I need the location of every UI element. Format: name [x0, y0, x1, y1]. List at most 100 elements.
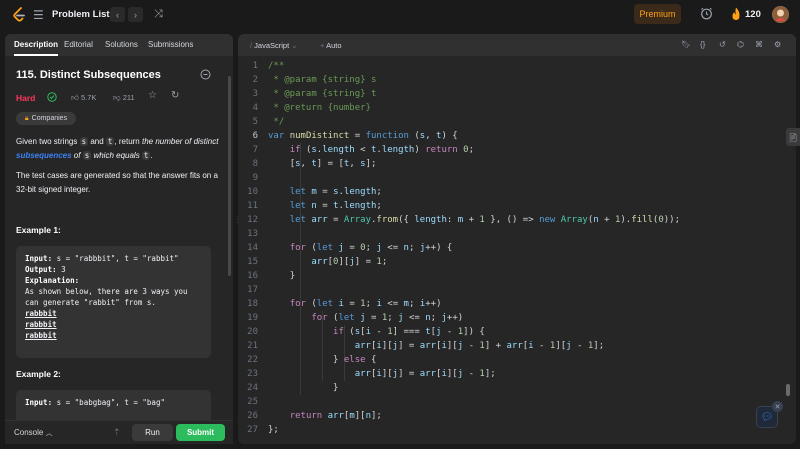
example-2-title: Example 2:	[16, 369, 61, 379]
reset-icon[interactable]: ↺	[719, 40, 726, 49]
language-label: JavaScript	[254, 41, 290, 50]
line-number: 15	[247, 257, 258, 267]
code-line[interactable]: 6 var numDistinct = function (s, t) {	[238, 129, 788, 143]
description-panel: Description Editorial Solutions Submissi…	[5, 34, 233, 444]
code-line[interactable]: 14 for (let j = 0; j <= n; j++) {	[238, 241, 788, 255]
line-number: 18	[247, 299, 258, 309]
console-toggle[interactable]: Console ︿	[14, 428, 53, 438]
code-line[interactable]: 4 * @return {number}	[238, 101, 788, 115]
leetcode-logo-icon[interactable]	[12, 7, 26, 23]
code-line[interactable]: 25	[238, 395, 788, 409]
code-line[interactable]: 26 return arr[m][n];	[238, 409, 788, 423]
avatar[interactable]	[772, 6, 789, 23]
code-line[interactable]: 13	[238, 227, 788, 241]
scrollbar-thumb[interactable]	[228, 76, 231, 276]
braces-icon[interactable]: {}	[700, 40, 705, 49]
alarm-clock-icon[interactable]	[700, 7, 713, 20]
difficulty-badge: Hard	[16, 93, 36, 103]
console-bar: Console ︿ ⇡ Run Submit	[5, 420, 233, 444]
subsequences-link[interactable]: subsequences	[16, 151, 72, 160]
chat-bubble-icon: 💬︎	[760, 411, 774, 423]
code-area[interactable]: 1/** 2 * @param {string} s3 * @param {str…	[238, 59, 796, 439]
input-label: Input:	[25, 254, 53, 263]
code-line[interactable]: 1 /**	[238, 59, 788, 73]
code-line[interactable]: 15 arr[0][j] = 1;	[238, 255, 788, 269]
streak-count: 120	[745, 9, 761, 20]
tab-description[interactable]: Description	[14, 40, 58, 49]
thumbs-up-icon: 👍︎	[71, 93, 79, 102]
code-line[interactable]: 18 for (let i = 1; i <= m; i++)	[238, 297, 788, 311]
code-line[interactable]: 21 arr[i][j] = arr[i][j - 1] + arr[i - 1…	[238, 339, 788, 353]
run-button[interactable]: Run	[132, 424, 173, 441]
auto-mode[interactable]: + Auto	[320, 41, 342, 50]
desc-text: , return	[114, 137, 142, 146]
desc-emphasis: of	[71, 151, 83, 160]
line-number: 4	[252, 103, 258, 113]
code-line[interactable]: 11 let n = t.length;	[238, 199, 788, 213]
description-scrollbar[interactable]	[228, 56, 231, 441]
upload-icon[interactable]: ⇡	[113, 427, 121, 438]
tab-submissions[interactable]: Submissions	[148, 40, 193, 49]
code-line[interactable]: 8 [s, t] = [t, s];	[238, 157, 788, 171]
code-text: arr[0][j] = 1;	[311, 257, 388, 267]
code-line[interactable]: 27};	[238, 423, 788, 437]
bookmark-icon[interactable]: 🔖︎	[681, 40, 691, 49]
panel-resize-handle[interactable]: ⋮	[234, 215, 242, 229]
editor-scrollbar[interactable]	[786, 384, 790, 396]
code-line[interactable]: 17	[238, 283, 788, 297]
code-line[interactable]: 3 * @param {string} t	[238, 87, 788, 101]
code-line[interactable]: 12 let arr = Array.from({ length: m + 1 …	[238, 213, 788, 227]
like-button[interactable]: 👍︎ 5.7K	[71, 93, 96, 103]
code-line[interactable]: 22 } else {	[238, 353, 788, 367]
inline-code: s	[79, 137, 89, 146]
explanation-label: Explanation:	[25, 276, 80, 285]
code-text: arr[i][j] = arr[i][j - 1];	[354, 369, 496, 379]
dislike-count: 211	[122, 93, 135, 102]
submit-button[interactable]: Submit	[176, 424, 225, 441]
code-line[interactable]: 10 let m = s.length;	[238, 185, 788, 199]
problem-list-link[interactable]: Problem List	[52, 9, 110, 20]
code-text: /**	[268, 61, 285, 71]
dislike-button[interactable]: 👎︎ 211	[113, 93, 135, 103]
code-line[interactable]: 9	[238, 171, 788, 185]
auto-label: Auto	[326, 41, 342, 50]
premium-button[interactable]: Premium	[634, 4, 681, 24]
settings-icon[interactable]: ⚙	[774, 40, 781, 49]
code-line[interactable]: 2 * @param {string} s	[238, 73, 788, 87]
line-number: 3	[252, 89, 258, 99]
share-icon[interactable]: ↻	[171, 90, 179, 101]
star-icon[interactable]: ☆	[148, 90, 157, 101]
tab-solutions[interactable]: Solutions	[105, 40, 138, 49]
code-line[interactable]: 19 for (let j = 1; j <= n; j++)	[238, 311, 788, 325]
code-line[interactable]: 20 if (s[i - 1] === t[j - 1]) {	[238, 325, 788, 339]
tab-editorial[interactable]: Editorial	[64, 40, 93, 49]
code-text: return arr[m][n];	[289, 411, 382, 421]
fire-icon[interactable]	[731, 7, 741, 21]
prev-problem-button[interactable]: ‹	[110, 7, 125, 22]
lock-icon: 🔒︎	[24, 114, 29, 122]
code-line[interactable]: 7 if (s.length < t.length) return 0;	[238, 143, 788, 157]
editor-toolbar: / JavaScript ⌄ + Auto 🔖︎ {} ↺ ⌬ ⌘ ⚙	[238, 34, 796, 56]
desc-emphasis: which equals	[91, 151, 142, 160]
shortcut-icon[interactable]: ⌘	[755, 40, 763, 49]
line-number: 2	[252, 75, 258, 85]
code-line[interactable]: 16 }	[238, 269, 788, 283]
code-line[interactable]: 23 arr[i][j] = arr[i][j - 1];	[238, 367, 788, 381]
shuffle-icon[interactable]: ⤨	[154, 8, 163, 21]
top-bar: ☰ Problem List ‹ › ⤨ Premium 120	[0, 0, 800, 30]
companies-tag[interactable]: 🔒︎ Companies	[16, 112, 76, 125]
next-problem-button[interactable]: ›	[128, 7, 143, 22]
timer-icon[interactable]	[200, 69, 211, 80]
line-number: 14	[247, 243, 258, 253]
close-icon[interactable]: ✕	[772, 401, 783, 412]
problem-list-icon[interactable]: ☰	[33, 8, 44, 22]
code-text: if (s[i - 1] === t[j - 1]) {	[333, 327, 485, 337]
debug-icon[interactable]: ⌬	[737, 40, 744, 49]
code-line[interactable]: 5 */	[238, 115, 788, 129]
code-line[interactable]: 24 }	[238, 381, 788, 395]
thumbs-down-icon: 👎︎	[113, 93, 121, 102]
problem-title: 115. Distinct Subsequences	[16, 69, 161, 81]
language-selector[interactable]: / JavaScript ⌄	[250, 41, 298, 50]
code-text: arr[i][j] = arr[i][j - 1] + arr[i - 1][j…	[354, 341, 605, 351]
notes-tab-icon[interactable]: 📄︎	[786, 128, 800, 146]
